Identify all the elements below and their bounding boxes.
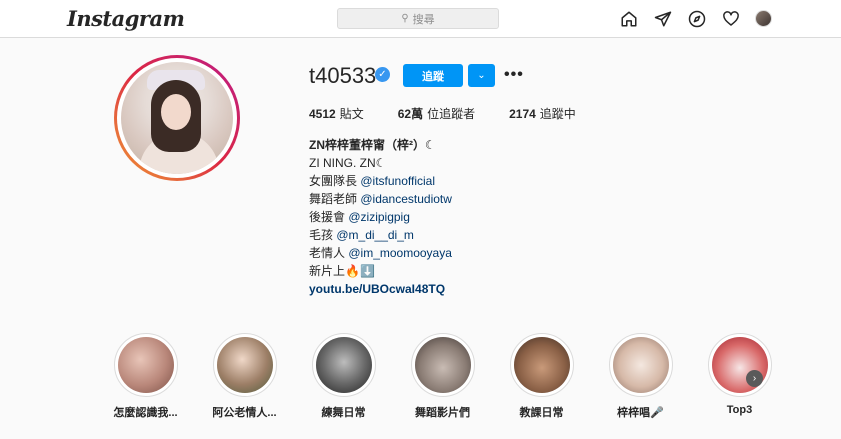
search-input[interactable]: ⚲ 搜尋 xyxy=(337,8,499,29)
mention-link[interactable]: @zizipigpig xyxy=(348,210,410,224)
profile-picture[interactable] xyxy=(114,55,240,181)
highlight-label: Top3 xyxy=(726,404,753,416)
highlight-cover-ring xyxy=(212,333,277,397)
highlight-cover-image xyxy=(216,337,273,393)
heart-icon[interactable] xyxy=(721,9,740,28)
highlight-label: 教課日常 xyxy=(519,407,564,419)
highlight-item[interactable]: 舞蹈影片們 xyxy=(393,333,492,420)
highlight-label: 阿公老情人... xyxy=(212,407,277,419)
more-options-icon[interactable]: ••• xyxy=(504,66,524,84)
bio-line: ZI NING. ZN☾ xyxy=(309,156,387,170)
bio-line: 舞蹈老師 @idancestudiotw xyxy=(309,192,452,206)
highlight-item[interactable]: 阿公老情人... xyxy=(195,333,294,420)
mention-link[interactable]: @idancestudiotw xyxy=(360,192,452,206)
posts-stat: 4512 貼文 xyxy=(309,107,364,121)
highlight-cover-image xyxy=(117,337,174,393)
mention-link[interactable]: @m_di__di_m xyxy=(336,228,414,242)
bio-line: 後援會 @zizipigpig xyxy=(309,210,410,224)
highlight-item[interactable]: 怎麼認識我... xyxy=(96,333,195,420)
bio-line: 老情人 @im_moomooyaya xyxy=(309,246,452,260)
bio-line: 新片上🔥⬇️ xyxy=(309,264,375,278)
profile-avatar[interactable] xyxy=(755,10,772,27)
highlight-cover-ring xyxy=(608,333,673,397)
highlights-next-arrow-icon[interactable]: › xyxy=(746,370,763,387)
highlight-cover-ring xyxy=(509,333,574,397)
website-link[interactable]: youtu.be/UBOcwaI48TQ xyxy=(309,280,452,298)
highlight-item[interactable]: 教課日常 xyxy=(492,333,591,420)
highlight-label: 舞蹈影片們 xyxy=(415,407,470,419)
highlight-cover-image xyxy=(513,337,570,393)
follow-button[interactable]: 追蹤 xyxy=(403,64,463,87)
profile-photo xyxy=(121,62,233,174)
highlight-item[interactable]: 梓梓唱🎤 xyxy=(591,333,690,420)
highlight-label: 練舞日常 xyxy=(321,407,366,419)
profile-stats: 4512 貼文 62萬 位追蹤者 2174 追蹤中 xyxy=(309,105,610,122)
search-icon: ⚲ xyxy=(401,13,409,24)
highlight-item[interactable]: 練舞日常 xyxy=(294,333,393,420)
highlight-item[interactable]: Top3 xyxy=(690,333,789,420)
profile-full-name: ZN梓梓董梓甯（梓²）☾ xyxy=(309,138,436,152)
profile-username: t40533 xyxy=(309,63,377,88)
followers-stat[interactable]: 62萬 位追蹤者 xyxy=(398,105,475,122)
profile-bio: ZN梓梓董梓甯（梓²）☾ ZI NING. ZN☾ 女團隊長 @itsfunof… xyxy=(309,136,452,298)
instagram-logo[interactable]: Instagram xyxy=(67,6,185,31)
explore-icon[interactable] xyxy=(687,9,706,28)
highlight-cover-image xyxy=(315,337,372,393)
highlight-label: 怎麼認識我... xyxy=(113,407,178,419)
search-placeholder: 搜尋 xyxy=(412,13,435,26)
highlight-cover-ring xyxy=(410,333,475,397)
highlight-cover-ring xyxy=(113,333,178,397)
story-highlights: 怎麼認識我... 阿公老情人... 練舞日常 舞蹈影片們 教課日常 梓梓唱🎤 T… xyxy=(96,333,789,420)
bio-line: 女團隊長 @itsfunofficial xyxy=(309,174,436,188)
home-icon[interactable] xyxy=(619,9,638,28)
highlight-cover-image xyxy=(414,337,471,393)
suggested-dropdown-button[interactable]: ⌄ xyxy=(468,64,495,87)
chevron-down-icon: ⌄ xyxy=(477,70,486,81)
highlight-cover-image xyxy=(612,337,669,393)
mention-link[interactable]: @im_moomooyaya xyxy=(348,246,452,260)
top-nav-bar: Instagram ⚲ 搜尋 xyxy=(0,0,841,38)
profile-picture-frame xyxy=(117,58,237,178)
following-stat[interactable]: 2174 追蹤中 xyxy=(509,105,576,122)
bio-line: 毛孩 @m_di__di_m xyxy=(309,228,414,242)
highlight-cover-ring xyxy=(707,333,772,397)
highlight-cover-ring xyxy=(311,333,376,397)
mention-link[interactable]: @itsfunofficial xyxy=(360,174,435,188)
verified-badge-icon: ✓ xyxy=(375,67,390,82)
highlight-label: 梓梓唱🎤 xyxy=(617,407,664,419)
nav-icons xyxy=(619,9,772,28)
direct-icon[interactable] xyxy=(653,9,672,28)
photo-face xyxy=(161,94,191,130)
